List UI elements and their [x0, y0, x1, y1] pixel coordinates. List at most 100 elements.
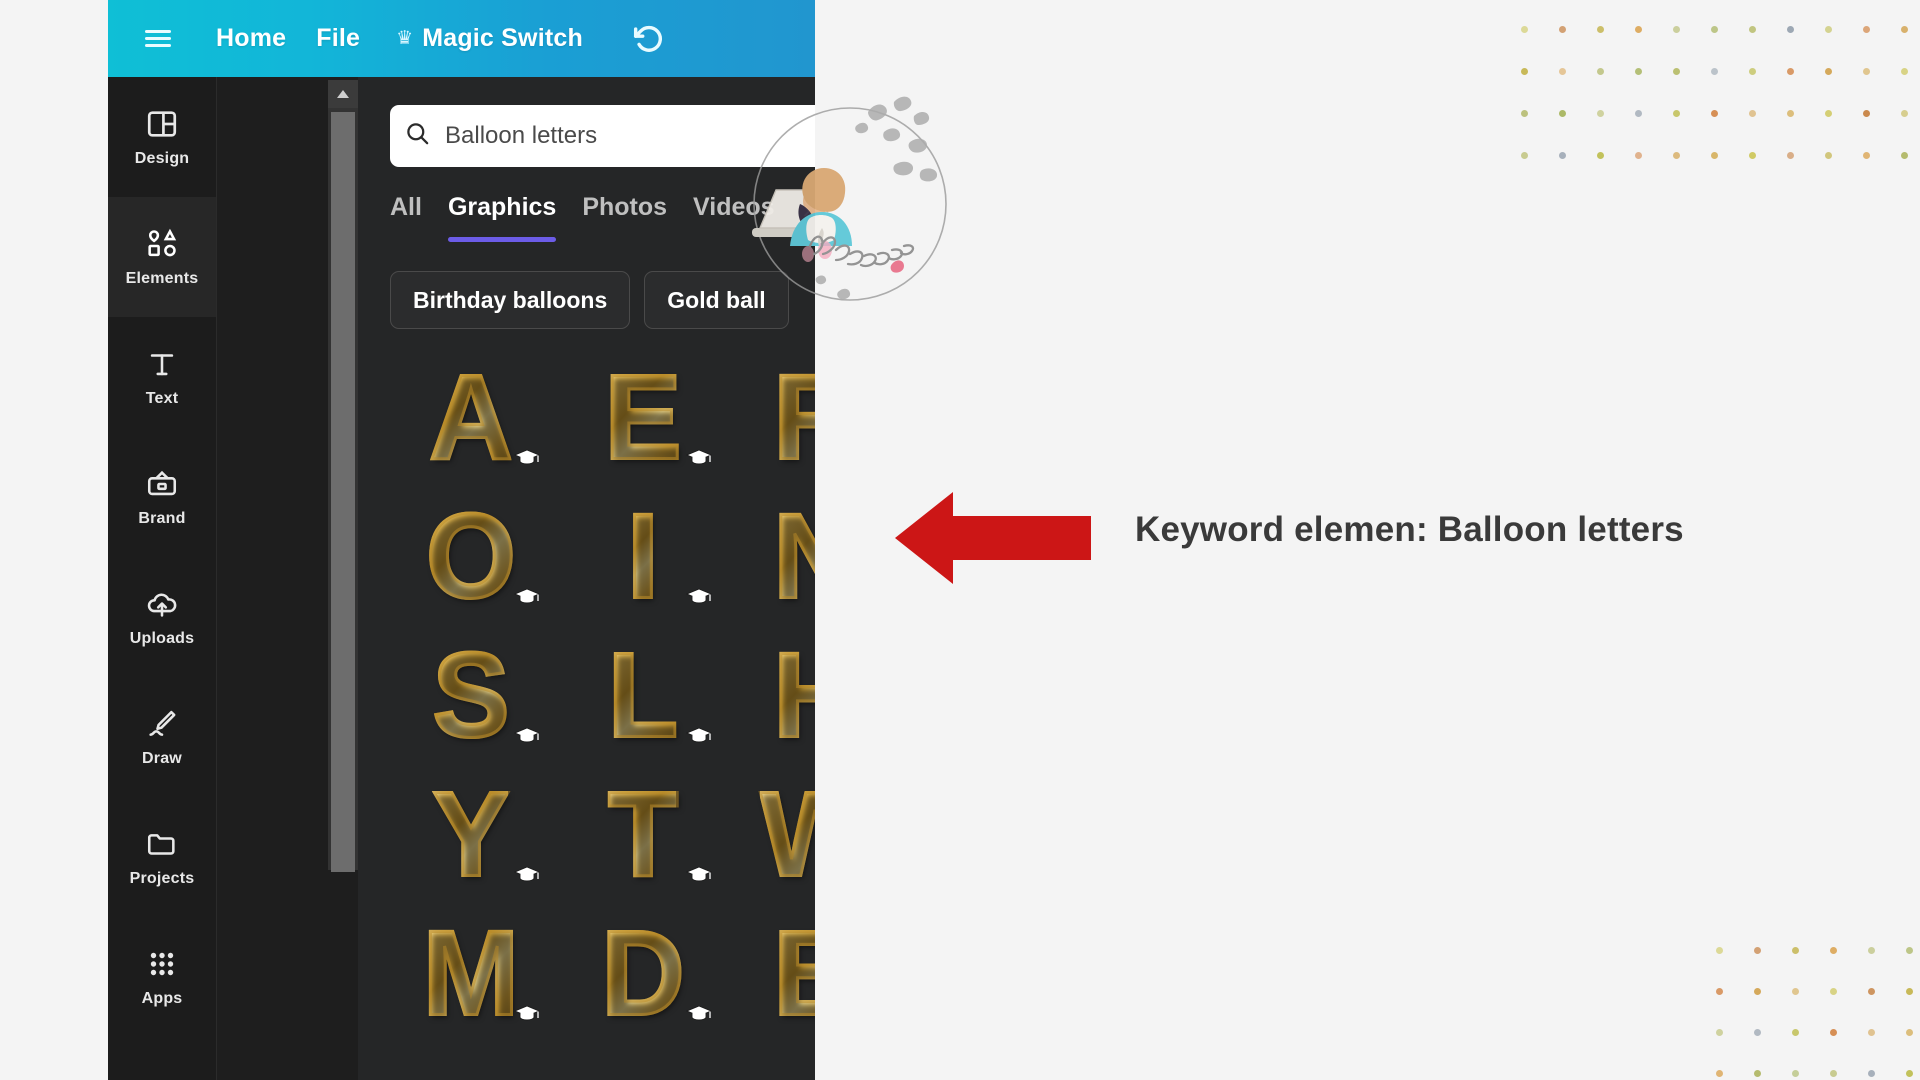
decorative-dot: [1753, 1029, 1761, 1036]
tabs-next-chevron-right-icon[interactable]: ›: [803, 194, 812, 225]
caret-up-icon[interactable]: [328, 80, 358, 108]
magic-switch-label: Magic Switch: [422, 24, 583, 52]
decorative-dot: [1634, 25, 1642, 33]
decorative-dot: [1748, 25, 1756, 33]
result-tile[interactable]: M: [384, 903, 556, 1042]
search-bar[interactable]: ×: [390, 105, 815, 167]
result-tile[interactable]: A: [384, 347, 556, 486]
decorative-dot-grid-top-right: [1505, 8, 1920, 176]
decorative-dot: [1634, 109, 1642, 117]
decorative-dot: [1905, 1029, 1913, 1036]
decorative-dot: [1558, 109, 1566, 117]
graduation-cap-icon: [686, 1005, 712, 1021]
chip-gold-balloons[interactable]: Gold ball: [644, 271, 789, 329]
decorative-dot: [1715, 947, 1723, 954]
tab-graphics[interactable]: Graphics: [447, 193, 557, 242]
result-tile[interactable]: D: [556, 903, 728, 1042]
decorative-dot: [1862, 109, 1870, 117]
hamburger-menu-icon[interactable]: [130, 14, 186, 64]
decorative-dot: [1867, 1029, 1875, 1036]
decorative-dot: [1824, 109, 1832, 117]
decorative-dot: [1710, 151, 1718, 159]
decorative-dot: [1715, 1029, 1723, 1036]
balloon-letter-graphic: H: [772, 633, 815, 757]
decorative-dot: [1748, 67, 1756, 75]
sidebar-item-uploads[interactable]: Uploads: [108, 557, 216, 677]
decorative-dot: [1862, 25, 1870, 33]
graduation-cap-icon: [686, 727, 712, 743]
tab-videos[interactable]: Videos: [693, 193, 775, 226]
decorative-dot: [1596, 67, 1604, 75]
topbar-file-button[interactable]: File: [316, 24, 360, 53]
graduation-cap-icon: [686, 866, 712, 882]
decorative-dot: [1900, 25, 1908, 33]
decorative-dot: [1905, 1070, 1913, 1077]
decorative-dot: [1634, 67, 1642, 75]
undo-icon[interactable]: [623, 15, 671, 63]
result-tile[interactable]: N: [728, 486, 815, 625]
result-tile[interactable]: B: [728, 903, 815, 1042]
topbar-home-button[interactable]: Home: [216, 24, 286, 53]
decorative-dot: [1791, 1029, 1799, 1036]
decorative-dot: [1824, 25, 1832, 33]
tab-photos[interactable]: Photos: [582, 193, 667, 226]
rail-scrollbar-thumb[interactable]: [331, 112, 355, 872]
folder-icon: [147, 833, 175, 855]
crown-icon: ♛: [396, 28, 414, 49]
decorative-dot: [1710, 109, 1718, 117]
pen-draw-icon: [149, 710, 176, 736]
topbar-magic-switch-button[interactable]: ♛ Magic Switch: [396, 24, 583, 53]
result-tile[interactable]: I: [556, 486, 728, 625]
sidebar-label-projects: Projects: [129, 869, 195, 887]
balloon-letter-graphic: S: [431, 626, 511, 763]
sidebar-item-apps[interactable]: Apps: [108, 917, 216, 1037]
result-tile[interactable]: Y: [384, 764, 556, 903]
decorative-dot: [1748, 109, 1756, 117]
result-tile[interactable]: O: [384, 486, 556, 625]
sidebar-item-projects[interactable]: Projects: [108, 797, 216, 917]
graduation-cap-icon: [686, 449, 712, 465]
decorative-dot: [1715, 988, 1723, 995]
sidebar-item-brand[interactable]: Brand: [108, 437, 216, 557]
screenshot-root: Home File ♛ Magic Switch Design Elements…: [0, 0, 1920, 1080]
sidebar-label-draw: Draw: [142, 749, 182, 767]
sidebar-label-design: Design: [134, 149, 190, 167]
rail-scrollbar[interactable]: [328, 80, 358, 872]
decorative-dot: [1672, 25, 1680, 33]
result-tile[interactable]: W: [728, 764, 815, 903]
balloon-letter-graphic: Y: [431, 765, 511, 902]
result-tile[interactable]: L: [556, 625, 728, 764]
decorative-dot: [1558, 151, 1566, 159]
shapes-icon: [148, 228, 177, 256]
decorative-dot: [1634, 151, 1642, 159]
sidebar-item-design[interactable]: Design: [108, 77, 216, 197]
search-input[interactable]: [443, 121, 815, 151]
decorative-dot: [1862, 67, 1870, 75]
result-tile[interactable]: S: [384, 625, 556, 764]
sidebar-label-text: Text: [145, 389, 179, 407]
decorative-dot: [1520, 25, 1528, 33]
decorative-dot: [1900, 151, 1908, 159]
result-tile[interactable]: R: [728, 347, 815, 486]
grid-dots-icon: [150, 952, 174, 975]
hamburger-bars: [145, 26, 171, 51]
result-tile[interactable]: H: [728, 625, 815, 764]
sidebar-item-draw[interactable]: Draw: [108, 677, 216, 797]
sidebar-item-elements[interactable]: Elements: [108, 197, 216, 317]
decorative-dot: [1791, 947, 1799, 954]
chip-birthday-balloons[interactable]: Birthday balloons: [390, 271, 631, 329]
sidebar-label-uploads: Uploads: [129, 629, 195, 647]
result-tile[interactable]: E: [556, 347, 728, 486]
sidebar-item-text[interactable]: Text: [108, 317, 216, 437]
panel-tabs: All Graphics Photos Videos ›: [390, 181, 815, 242]
tab-all[interactable]: All: [390, 193, 422, 226]
balloon-letter-graphic: A: [428, 348, 515, 485]
balloon-letter-graphic: D: [600, 904, 687, 1041]
decorative-dot: [1824, 67, 1832, 75]
decorative-dot: [1748, 151, 1756, 159]
sidebar-label-elements: Elements: [125, 269, 199, 287]
elements-side-panel: × All Graphics Photos Videos: [358, 77, 815, 1080]
decorative-dot: [1672, 67, 1680, 75]
balloon-letter-graphic: R: [772, 355, 815, 479]
result-tile[interactable]: T: [556, 764, 728, 903]
